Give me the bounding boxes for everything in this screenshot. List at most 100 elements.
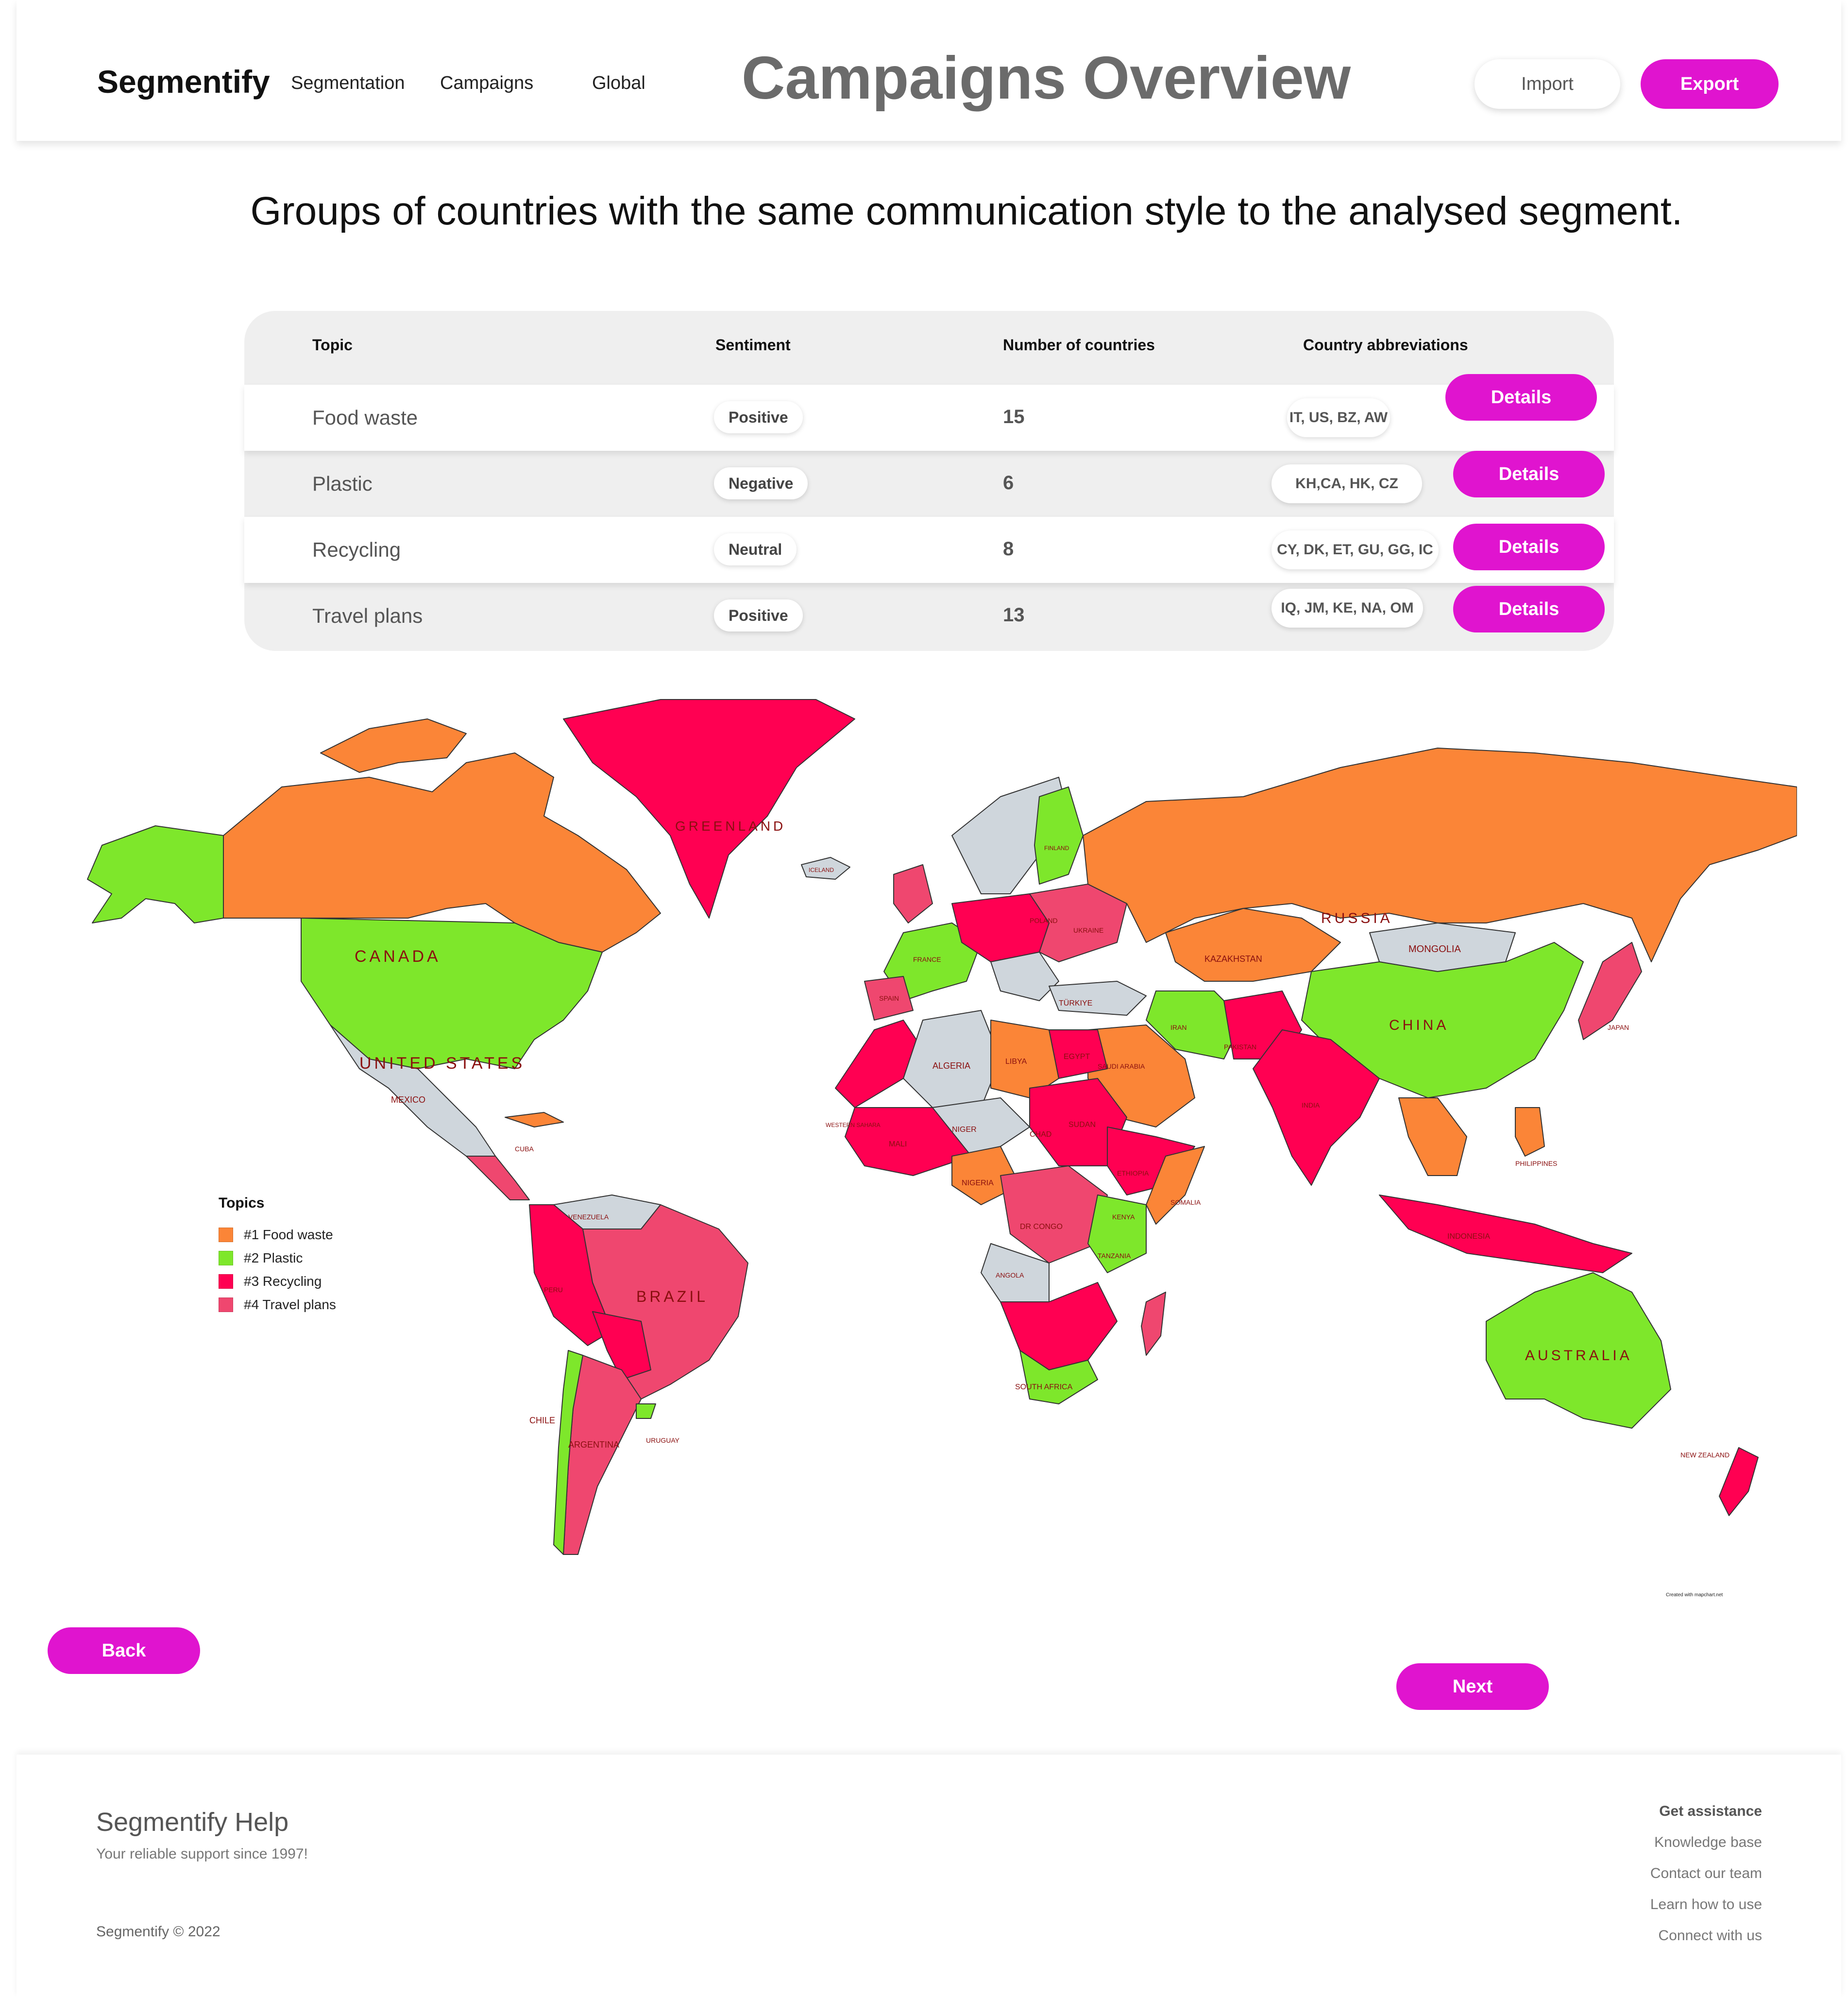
export-button[interactable]: Export xyxy=(1641,59,1779,109)
legend-item-food-waste: #1 Food waste xyxy=(219,1223,336,1246)
nav-link-global[interactable]: Global xyxy=(592,73,645,94)
legend-swatch xyxy=(219,1297,233,1312)
region-madagascar xyxy=(1141,1292,1166,1356)
nav-link-segmentation[interactable]: Segmentation xyxy=(291,73,405,94)
map-label-philippines: PHILIPPINES xyxy=(1515,1160,1557,1167)
region-turkey xyxy=(1049,981,1147,1016)
map-label-japan: JAPAN xyxy=(1608,1024,1629,1031)
map-label-saudi-arabia: SAUDI ARABIA xyxy=(1098,1062,1145,1070)
footer-links: Get assistance Knowledge base Contact ou… xyxy=(1650,1803,1762,1959)
map-label-libya: LIBYA xyxy=(1005,1058,1027,1066)
country-count: 6 xyxy=(1003,472,1014,494)
map-label-angola: ANGOLA xyxy=(996,1271,1024,1279)
region-canada-islands xyxy=(320,718,467,773)
column-header-count: Number of countries xyxy=(1003,336,1155,354)
map-label-china: CHINA xyxy=(1389,1017,1449,1033)
map-credit: Created with mapchart.net xyxy=(1666,1592,1723,1598)
table-row: Food waste Positive 15 IT, US, BZ, AW De… xyxy=(244,374,1614,451)
legend-label: #1 Food waste xyxy=(244,1227,333,1242)
map-label-algeria: ALGERIA xyxy=(932,1061,970,1071)
map-label-greenland: GREENLAND xyxy=(675,819,786,834)
country-abbreviations: IT, US, BZ, AW xyxy=(1287,398,1390,437)
map-label-iran: IRAN xyxy=(1170,1024,1187,1031)
topic-cell: Food waste xyxy=(312,406,418,429)
column-header-topic: Topic xyxy=(312,336,353,354)
legend-item-recycling: #3 Recycling xyxy=(219,1270,336,1293)
map-label-pakistan: PAKISTAN xyxy=(1224,1043,1256,1051)
topic-cell: Travel plans xyxy=(312,604,423,627)
map-label-south-africa: SOUTH AFRICA xyxy=(1015,1383,1073,1391)
map-label-dr-congo: DR CONGO xyxy=(1020,1223,1063,1231)
table-row: Plastic Negative 6 KH,CA, HK, CZ Details xyxy=(244,451,1614,517)
import-button[interactable]: Import xyxy=(1475,59,1620,109)
details-button[interactable]: Details xyxy=(1453,451,1605,497)
map-label-chile: CHILE xyxy=(529,1416,555,1425)
topics-table: Topic Sentiment Number of countries Coun… xyxy=(244,311,1614,651)
region-east-africa xyxy=(1087,1195,1147,1273)
topic-cell: Recycling xyxy=(312,538,401,561)
region-balkans xyxy=(990,952,1059,1001)
legend-label: #4 Travel plans xyxy=(244,1297,336,1312)
top-navbar: Segmentify Segmentation Campaigns Global… xyxy=(17,0,1841,141)
map-label-india: INDIA xyxy=(1302,1101,1320,1109)
region-algeria xyxy=(903,1010,1001,1108)
legend-swatch xyxy=(219,1274,233,1289)
footer-tagline: Your reliable support since 1997! xyxy=(96,1846,308,1862)
legend-swatch xyxy=(219,1251,233,1265)
sentiment-badge: Positive xyxy=(714,599,803,632)
country-abbreviations: KH,CA, HK, CZ xyxy=(1272,464,1422,503)
region-philippines xyxy=(1515,1107,1545,1157)
map-label-somalia: SOMALIA xyxy=(1170,1198,1201,1206)
map-label-ukraine: UKRAINE xyxy=(1073,926,1103,934)
page-subtitle: Groups of countries with the same commun… xyxy=(250,189,1683,233)
sentiment-badge: Neutral xyxy=(714,533,797,565)
details-button[interactable]: Details xyxy=(1453,524,1605,570)
nav-link-campaigns[interactable]: Campaigns xyxy=(440,73,533,94)
map-label-australia: AUSTRALIA xyxy=(1525,1348,1632,1364)
footer-link-learn-how[interactable]: Learn how to use xyxy=(1650,1896,1762,1928)
footer: Segmentify Help Your reliable support si… xyxy=(17,1755,1841,1997)
map-label-tanzania: TANZANIA xyxy=(1098,1252,1131,1260)
footer-links-heading: Get assistance xyxy=(1659,1803,1762,1819)
map-label-spain: SPAIN xyxy=(879,994,899,1002)
legend-title: Topics xyxy=(219,1195,265,1211)
region-cuba xyxy=(505,1112,564,1127)
country-count: 15 xyxy=(1003,406,1025,427)
details-button[interactable]: Details xyxy=(1453,586,1605,632)
map-label-chad: CHAD xyxy=(1030,1130,1051,1139)
map-label-egypt: EGYPT xyxy=(1064,1053,1090,1061)
map-label-uruguay: URUGUAY xyxy=(646,1436,680,1444)
legend-item-travel-plans: #4 Travel plans xyxy=(219,1293,336,1316)
brand-logo[interactable]: Segmentify xyxy=(97,63,270,100)
back-button[interactable]: Back xyxy=(48,1627,200,1674)
map-label-new-zealand: NEW ZEALAND xyxy=(1680,1451,1729,1459)
region-finland xyxy=(1034,786,1084,885)
map-label-canada: CANADA xyxy=(355,947,441,966)
region-alaska xyxy=(87,825,224,923)
details-button[interactable]: Details xyxy=(1445,374,1597,421)
page-title: Campaigns Overview xyxy=(741,45,1351,112)
map-label-argentina: ARGENTINA xyxy=(568,1440,619,1450)
sentiment-badge: Positive xyxy=(714,401,803,433)
country-count: 8 xyxy=(1003,538,1014,560)
map-label-iceland: ICELAND xyxy=(809,867,834,873)
footer-link-knowledge-base[interactable]: Knowledge base xyxy=(1650,1834,1762,1865)
map-label-ethiopia: ETHIOPIA xyxy=(1117,1169,1149,1177)
region-uk xyxy=(893,864,933,923)
region-southeast-asia xyxy=(1398,1097,1467,1176)
footer-title: Segmentify Help xyxy=(96,1808,289,1837)
world-map: GREENLAND CANADA UNITED STATES MEXICO CU… xyxy=(87,699,1797,1555)
map-label-venezuela: VENEZUELA xyxy=(568,1213,609,1221)
map-label-united-states: UNITED STATES xyxy=(359,1054,525,1073)
country-abbreviations: IQ, JM, KE, NA, OM xyxy=(1272,589,1423,628)
footer-copyright: Segmentify © 2022 xyxy=(96,1924,220,1940)
map-label-kazakhstan: KAZAKHSTAN xyxy=(1204,954,1262,964)
footer-link-contact-team[interactable]: Contact our team xyxy=(1650,1865,1762,1896)
region-central-america xyxy=(466,1156,530,1200)
next-button[interactable]: Next xyxy=(1396,1663,1549,1710)
country-abbreviations: CY, DK, ET, GU, GG, IC xyxy=(1272,530,1439,569)
map-label-finland: FINLAND xyxy=(1044,845,1069,852)
footer-link-connect[interactable]: Connect with us xyxy=(1650,1928,1762,1959)
map-label-nigeria: NIGERIA xyxy=(962,1179,994,1187)
map-label-brazil: BRAZIL xyxy=(636,1288,708,1305)
